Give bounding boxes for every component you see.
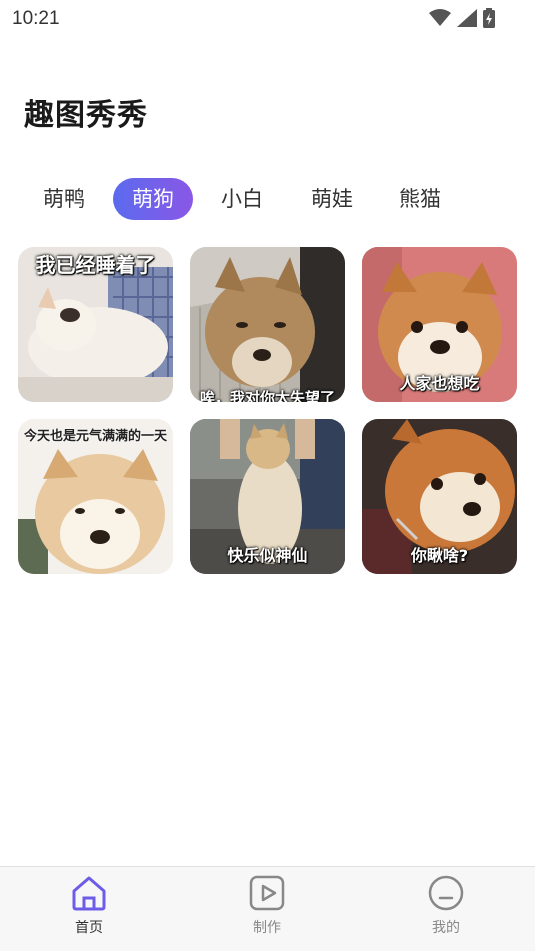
tab-duck[interactable]: 萌鸭 [22, 178, 106, 220]
meme-caption: 今天也是元气满满的一天 [23, 429, 167, 444]
meme-caption: 唉，我对你太失望了 [199, 389, 335, 402]
battery-icon [483, 8, 495, 28]
meme-card[interactable]: 人家也想吃 [362, 247, 517, 402]
nav-profile-label: 我的 [432, 920, 460, 936]
nav-home-label: 首页 [75, 920, 103, 936]
meme-caption: 快乐似神仙 [227, 546, 308, 565]
meme-card[interactable]: 快乐似神仙 [190, 419, 345, 574]
profile-icon [427, 874, 465, 912]
meme-caption: 你瞅啥? [410, 546, 469, 565]
disappointed-dog-image [190, 247, 345, 402]
tab-panda[interactable]: 熊猫 [378, 178, 462, 220]
meme-card[interactable]: 我已经睡着了 [18, 247, 173, 402]
page-title: 趣图秀秀 [24, 98, 148, 133]
meme-card[interactable]: 唉，我对你太失望了 [190, 247, 345, 402]
bottom-nav: 首页 制作 我的 [0, 866, 535, 951]
tab-xiaobai[interactable]: 小白 [200, 178, 284, 220]
wifi-icon [429, 9, 451, 27]
tab-dog[interactable]: 萌狗 [113, 178, 193, 220]
nav-create-label: 制作 [253, 920, 281, 936]
nav-create[interactable]: 制作 [207, 867, 327, 951]
nav-profile[interactable]: 我的 [386, 867, 506, 951]
meme-card[interactable]: 今天也是元气满满的一天 [18, 419, 173, 574]
tab-baby[interactable]: 萌娃 [290, 178, 374, 220]
home-icon [70, 874, 108, 912]
play-icon [248, 874, 286, 912]
nav-home[interactable]: 首页 [29, 867, 149, 951]
category-tabs: 萌鸭 萌狗 小白 萌娃 熊猫 [20, 178, 520, 220]
status-bar: 10:21 [0, 0, 535, 38]
meme-caption: 我已经睡着了 [35, 253, 156, 277]
meme-card[interactable]: 你瞅啥? [362, 419, 517, 574]
signal-icon [457, 9, 477, 27]
status-icons [429, 8, 495, 28]
meme-caption: 人家也想吃 [399, 374, 480, 393]
status-time: 10:21 [12, 8, 60, 29]
